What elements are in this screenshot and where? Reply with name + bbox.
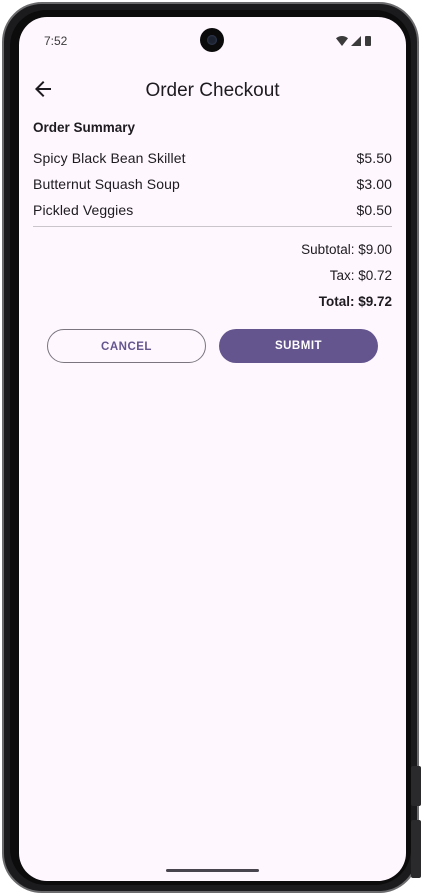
status-bar: 7:52 [19,17,406,65]
order-summary-heading: Order Summary [33,120,136,135]
total-text: Total: $9.72 [318,294,392,309]
camera-lens [207,35,217,45]
battery-icon [365,36,371,46]
page-title: Order Checkout [145,80,280,101]
list-item: Pickled Veggies $0.50 [33,197,392,223]
item-name: Pickled Veggies [33,202,134,218]
item-price: $0.50 [356,202,392,218]
cellular-signal-icon [351,36,361,46]
item-price: $3.00 [356,176,392,192]
item-price: $5.50 [356,150,392,166]
action-buttons: CANCEL SUBMIT [47,329,378,363]
item-name: Butternut Squash Soup [33,176,180,192]
status-icons [336,36,371,46]
side-volume-key [411,766,421,806]
item-name: Spicy Black Bean Skillet [33,150,186,166]
status-time: 7:52 [44,34,68,48]
list-item: Butternut Squash Soup $3.00 [33,171,392,197]
wifi-icon [336,36,348,46]
app-bar: Order Checkout [19,73,406,109]
cancel-button[interactable]: CANCEL [47,329,206,363]
front-camera [200,28,224,52]
divider [33,226,392,227]
tax-text: Tax: $0.72 [329,268,392,283]
list-item: Spicy Black Bean Skillet $5.50 [33,145,392,171]
order-items-list: Spicy Black Bean Skillet $5.50 Butternut… [33,145,392,223]
order-summary: Order Summary Spicy Black Bean Skillet $… [33,120,392,315]
side-power-key [411,820,421,878]
totals-section: Subtotal: $9.00 Tax: $0.72 Total: $9.72 [33,237,392,315]
subtotal-text: Subtotal: $9.00 [301,242,392,257]
gesture-navigation-bar[interactable] [166,869,259,872]
submit-button[interactable]: SUBMIT [219,329,378,363]
phone-screen: 7:52 Order Checkout Order Summary Spicy … [19,17,406,881]
